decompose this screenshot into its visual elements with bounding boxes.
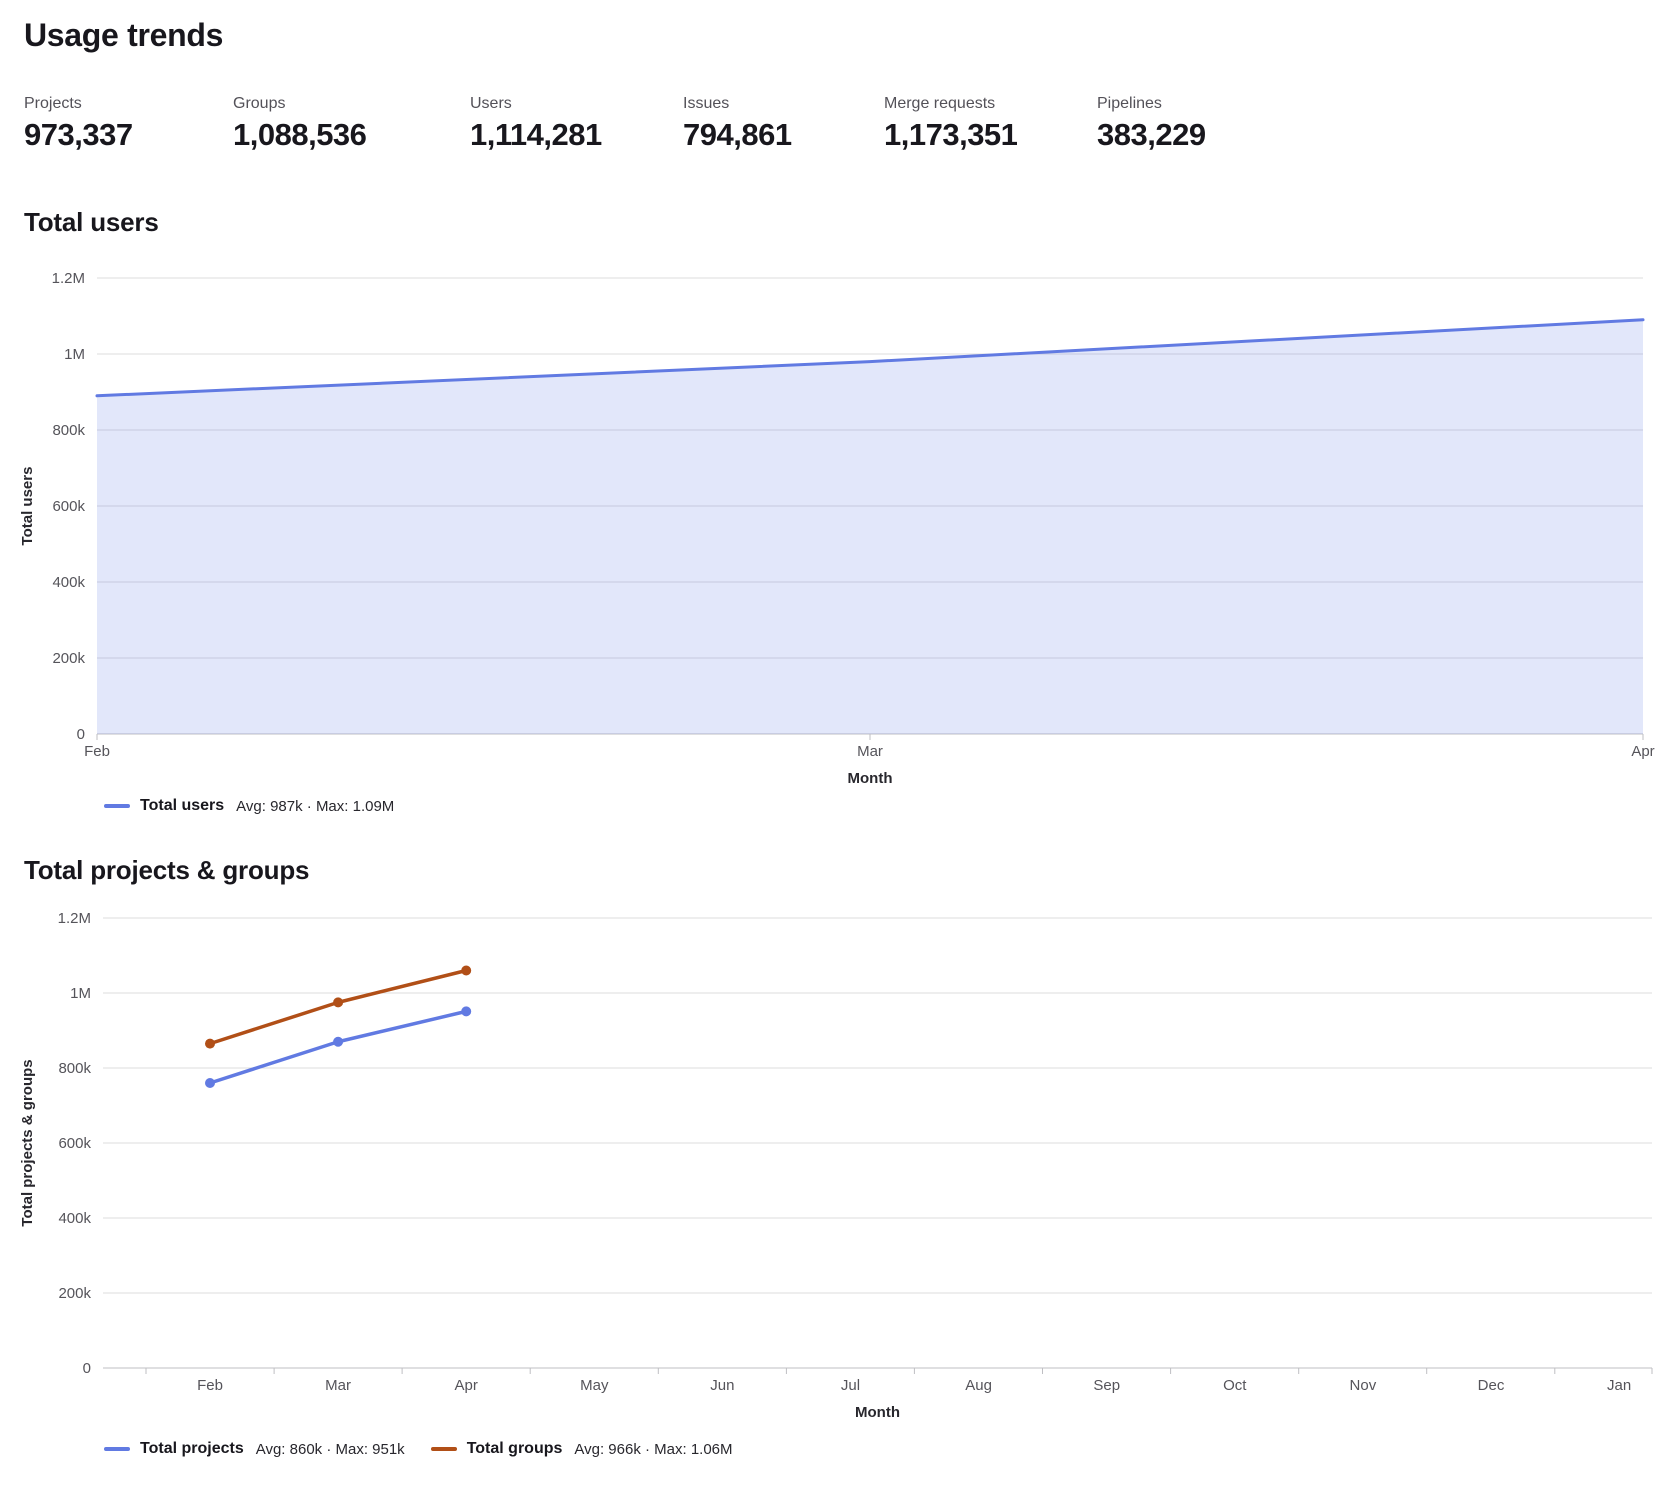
stat-label: Issues — [683, 94, 884, 113]
svg-text:Mar: Mar — [325, 1377, 351, 1394]
total-projects-groups-heading: Total projects & groups — [24, 854, 1676, 886]
stat-value: 794,861 — [683, 116, 884, 154]
stat-value: 383,229 — [1097, 116, 1237, 154]
svg-text:May: May — [580, 1377, 609, 1394]
series-color-dash — [431, 1447, 457, 1451]
svg-text:Nov: Nov — [1350, 1377, 1377, 1394]
series-color-dash — [104, 1447, 130, 1451]
stat-label: Projects — [24, 94, 233, 113]
svg-text:Total projects & groups: Total projects & groups — [19, 1059, 36, 1226]
total-projects-groups-legend: Total projects Avg: 860k · Max: 951k Tot… — [104, 1439, 1676, 1459]
stat-label: Merge requests — [884, 94, 1097, 113]
svg-text:0: 0 — [83, 1360, 91, 1377]
stat-issues: Issues 794,861 — [683, 94, 884, 154]
svg-text:Aug: Aug — [965, 1377, 992, 1394]
legend-item-total-projects[interactable]: Total projects Avg: 860k · Max: 951k — [104, 1440, 405, 1458]
legend-item-total-groups[interactable]: Total groups Avg: 966k · Max: 1.06M — [431, 1440, 733, 1458]
svg-text:200k: 200k — [52, 650, 85, 667]
svg-text:1.2M: 1.2M — [58, 910, 91, 927]
stat-value: 1,114,281 — [470, 116, 683, 154]
stat-users: Users 1,114,281 — [470, 94, 683, 154]
svg-text:Jun: Jun — [710, 1377, 734, 1394]
series-color-dash — [104, 804, 130, 808]
svg-text:600k: 600k — [52, 498, 85, 515]
svg-text:800k: 800k — [58, 1060, 91, 1077]
svg-text:Feb: Feb — [84, 743, 110, 760]
page-title: Usage trends — [24, 16, 1676, 54]
stat-label: Groups — [233, 94, 470, 113]
legend-series-name: Total projects — [140, 1440, 244, 1458]
svg-text:600k: 600k — [58, 1135, 91, 1152]
stat-value: 1,088,536 — [233, 116, 470, 154]
svg-text:Month: Month — [855, 1404, 900, 1421]
svg-text:200k: 200k — [58, 1285, 91, 1302]
svg-text:Mar: Mar — [857, 743, 883, 760]
svg-text:Apr: Apr — [1631, 743, 1654, 760]
svg-text:1M: 1M — [70, 985, 91, 1002]
svg-text:Oct: Oct — [1223, 1377, 1247, 1394]
stat-groups: Groups 1,088,536 — [233, 94, 470, 154]
svg-text:Total users: Total users — [19, 467, 36, 546]
svg-text:1.2M: 1.2M — [52, 270, 85, 287]
stat-value: 1,173,351 — [884, 116, 1097, 154]
stat-label: Pipelines — [1097, 94, 1237, 113]
svg-text:400k: 400k — [52, 574, 85, 591]
usage-counts: Projects 973,337 Groups 1,088,536 Users … — [24, 94, 1676, 154]
legend-item-total-users[interactable]: Total users Avg: 987k · Max: 1.09M — [104, 797, 394, 815]
total-users-legend: Total users Avg: 987k · Max: 1.09M — [104, 796, 1676, 816]
svg-text:1M: 1M — [64, 346, 85, 363]
svg-text:400k: 400k — [58, 1210, 91, 1227]
stat-merge-requests: Merge requests 1,173,351 — [884, 94, 1097, 154]
total-users-chart[interactable]: 0 200k 400k 600k 800k 1M 1.2M Feb Mar Apr Month Tot… — [0, 248, 1676, 788]
legend-series-stats: Avg: 987k · Max: 1.09M — [236, 798, 394, 815]
legend-series-name: Total groups — [467, 1440, 563, 1458]
svg-text:0: 0 — [77, 726, 85, 743]
svg-text:Jan: Jan — [1607, 1377, 1631, 1394]
legend-series-name: Total users — [140, 797, 224, 815]
stat-value: 973,337 — [24, 116, 233, 154]
legend-series-stats: Avg: 860k · Max: 951k — [256, 1441, 405, 1458]
total-users-heading: Total users — [24, 206, 1676, 238]
svg-text:Month: Month — [848, 770, 893, 787]
svg-text:Apr: Apr — [455, 1377, 478, 1394]
stat-pipelines: Pipelines 383,229 — [1097, 94, 1237, 154]
svg-text:Feb: Feb — [197, 1377, 223, 1394]
stat-projects: Projects 973,337 — [24, 94, 233, 154]
svg-text:Jul: Jul — [841, 1377, 860, 1394]
svg-text:Sep: Sep — [1093, 1377, 1120, 1394]
legend-series-stats: Avg: 966k · Max: 1.06M — [574, 1441, 732, 1458]
total-projects-groups-chart[interactable]: 0 200k 400k 600k 800k 1M 1.2M Feb Mar Apr May Jun Ju… — [0, 888, 1676, 1433]
stat-label: Users — [470, 94, 683, 113]
svg-text:800k: 800k — [52, 422, 85, 439]
svg-text:Dec: Dec — [1478, 1377, 1505, 1394]
